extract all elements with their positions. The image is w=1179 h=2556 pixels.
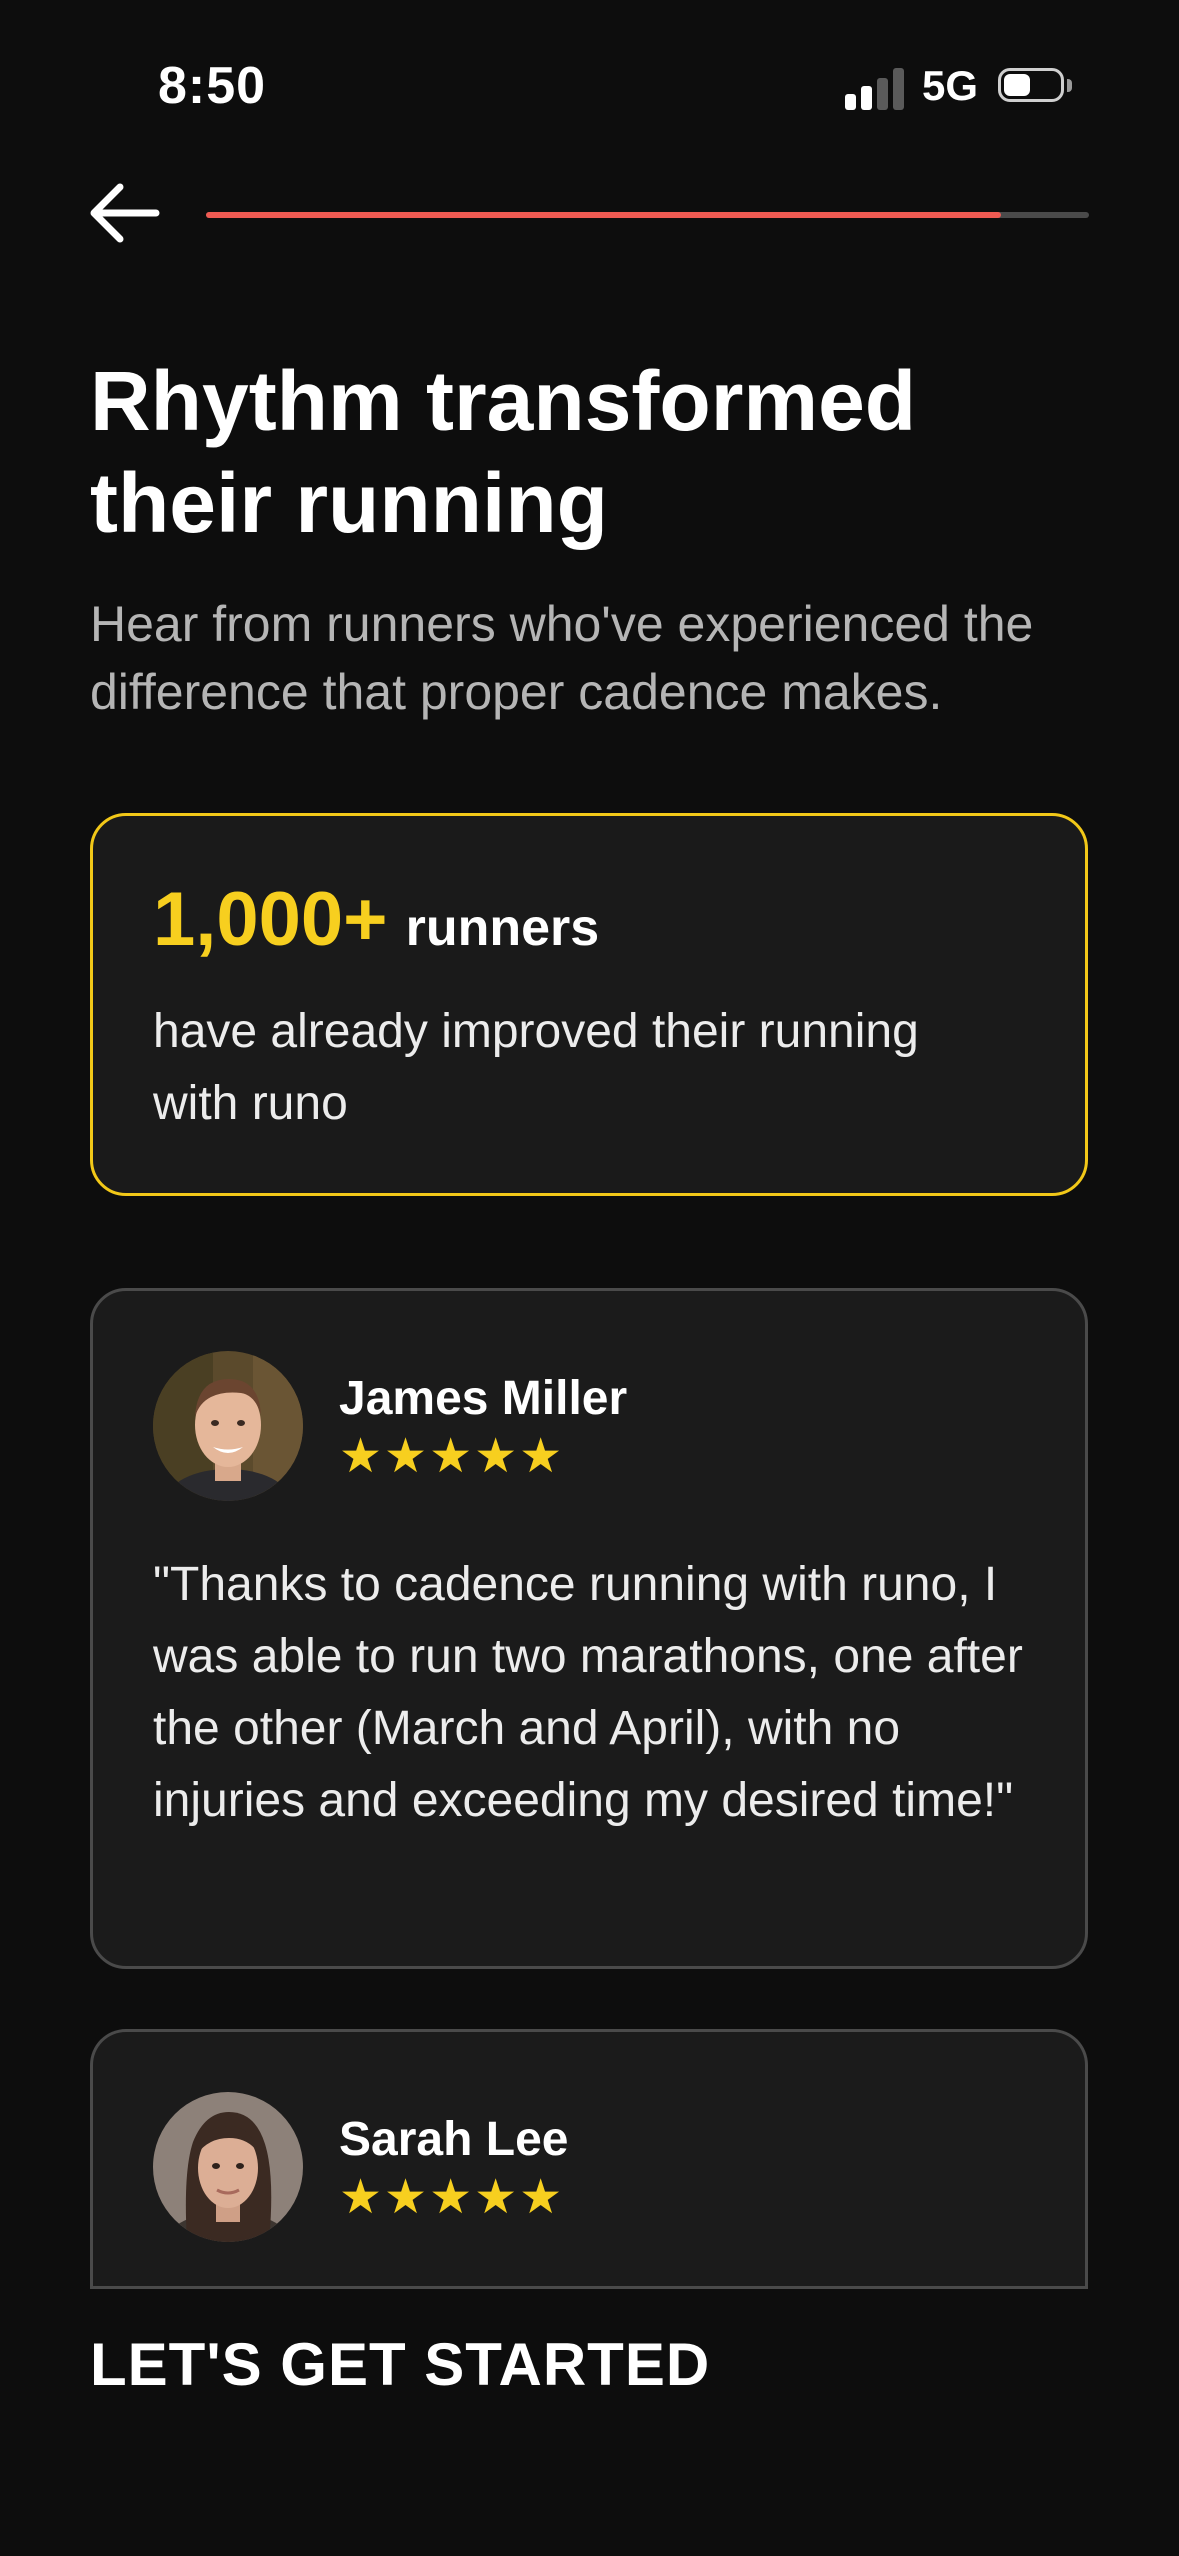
get-started-button[interactable]: LET'S GET STARTED <box>90 2330 710 2399</box>
reviewer-name: Sarah Lee <box>339 2113 569 2166</box>
stats-description: have already improved their running with… <box>153 1005 919 1130</box>
battery-icon <box>998 68 1072 106</box>
status-time: 8:50 <box>158 57 267 115</box>
testimonial-card: Sarah Lee ★★★★★ <box>90 2029 1088 2289</box>
avatar <box>153 2092 303 2242</box>
status-bar: 8:50 5G <box>0 0 1179 170</box>
onboarding-progress-bar <box>206 212 1089 218</box>
star-rating-icon: ★★★★★ <box>339 1430 565 1483</box>
progress-fill <box>206 212 1001 218</box>
cellular-signal-icon <box>845 68 905 110</box>
page-subtitle: Hear from runners who've experienced the… <box>90 596 1034 720</box>
back-button[interactable] <box>86 178 166 248</box>
reviewer-name: James Miller <box>339 1372 628 1425</box>
stats-headline: 1,000+ runners <box>153 876 599 963</box>
star-rating-icon: ★★★★★ <box>339 2171 565 2224</box>
arrow-left-icon <box>90 183 160 243</box>
avatar <box>153 1351 303 1501</box>
page-title: Rhythm transformed their running <box>90 354 917 550</box>
network-type-label: 5G <box>922 62 979 109</box>
stats-card: 1,000+ runners have already improved thei… <box>90 813 1088 1196</box>
testimonial-quote: "Thanks to cadence running with runo, I … <box>153 1558 1023 1827</box>
testimonial-card: James Miller ★★★★★ "Thanks to cadence ru… <box>90 1288 1088 1969</box>
stats-unit: runners <box>405 899 600 957</box>
stats-number: 1,000+ <box>153 877 388 962</box>
